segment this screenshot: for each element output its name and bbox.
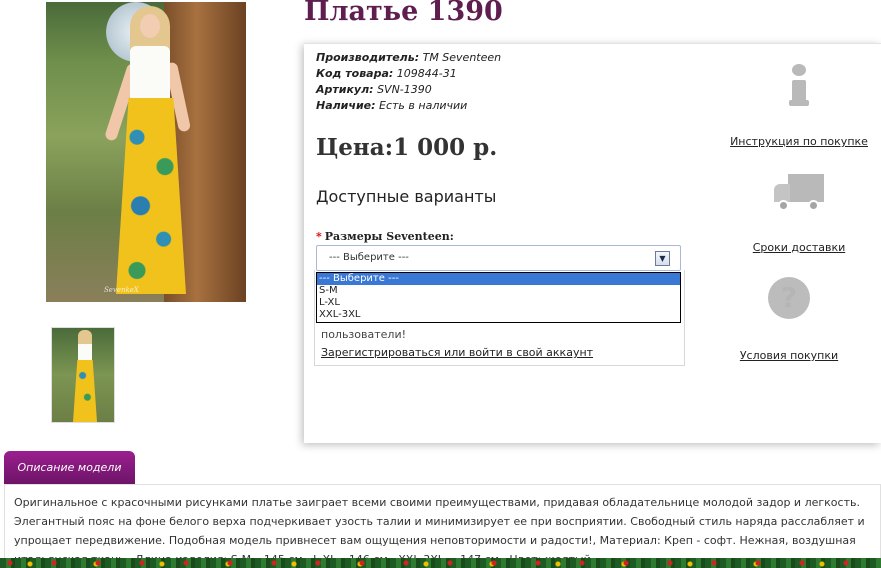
required-mark: * [316,230,322,243]
info-icon [789,64,809,108]
question-icon: ? [768,277,810,319]
purchase-instructions-link[interactable]: Инструкция по покупке [724,135,874,148]
size-dropdown-list[interactable]: --- Выберите --- S-M L-XL XXL-3XL [316,272,681,323]
variants-title: Доступные варианты [316,187,497,206]
truck-icon [774,172,824,214]
size-select-value: --- Выберите --- [329,252,409,263]
thumb-skirt [73,360,97,422]
login-link[interactable]: Зарегистрироваться или войти в свой акка… [321,346,593,359]
page-title: Платье 1390 [304,0,503,27]
delivery-terms-link[interactable]: Сроки доставки [724,241,874,254]
thumb-top [78,344,92,362]
dress-top [130,46,170,100]
purchase-instructions[interactable]: Инструкция по покупке [724,64,874,148]
spec-list: Производитель: TM Seventeen Код товара: … [316,50,501,114]
spec-product-code: Код товара: 109844-31 [316,67,457,80]
product-main-image[interactable]: SevenkeX [46,2,246,302]
spec-manufacturer: Производитель: TM Seventeen [316,51,502,64]
spec-availability: Наличие: Есть в наличии [316,99,468,112]
size-option[interactable]: --- Выберите --- [317,273,680,285]
description-text: Оригинальное с красочными рисунками плат… [4,484,881,568]
model-face [140,14,160,38]
purchase-conditions-link[interactable]: Условия покупки [714,349,864,362]
purchase-conditions[interactable]: ? Условия покупки [714,277,864,362]
product-price: Цена:1 000 р. [316,134,498,161]
size-option[interactable]: S-M [317,285,680,297]
size-option[interactable]: XXL-3XL [317,309,680,321]
size-select-label: * Размеры Seventeen: [316,230,454,243]
delivery-terms[interactable]: Сроки доставки [724,172,874,254]
tab-description[interactable]: Описание модели [4,451,135,484]
product-thumbnail[interactable] [51,327,115,423]
image-watermark: SevenkeX [104,286,139,294]
size-option[interactable]: L-XL [317,297,680,309]
spec-article: Артикул: SVN-1390 [316,83,432,96]
chevron-down-icon[interactable]: ▼ [655,251,670,266]
notice-text: пользователи! [321,328,407,341]
decorative-garland [0,558,881,568]
product-info-panel: Производитель: TM Seventeen Код товара: … [304,43,881,443]
size-select[interactable]: --- Выберите --- ▼ [316,245,681,271]
